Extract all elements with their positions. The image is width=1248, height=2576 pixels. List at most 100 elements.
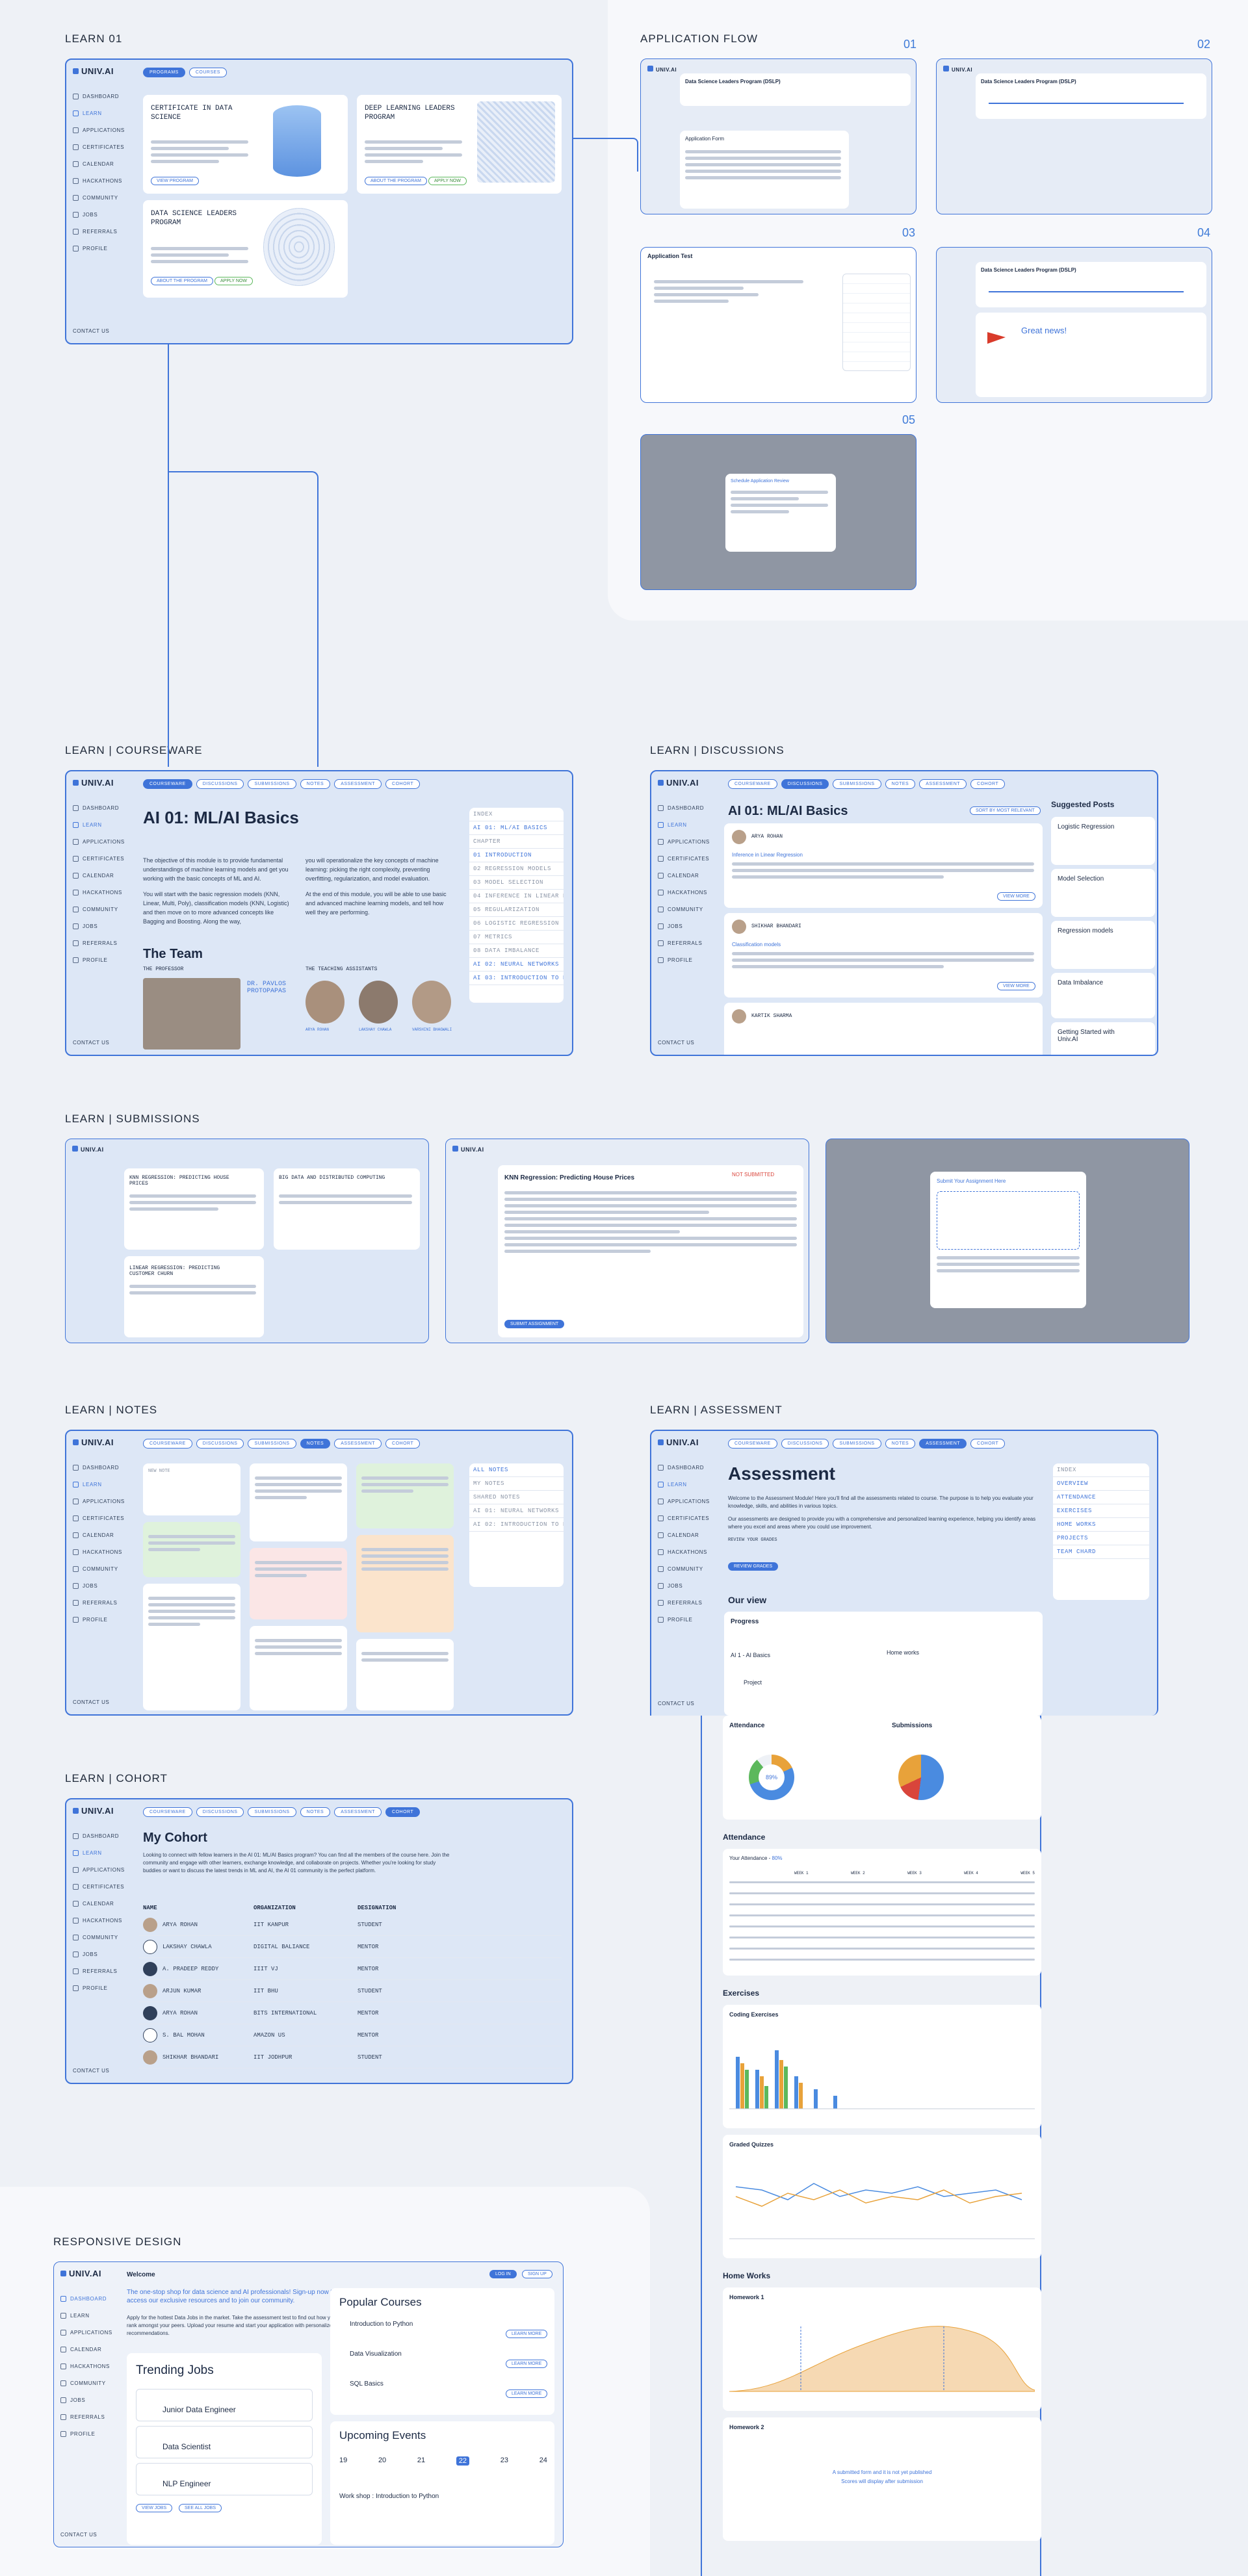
tab-submissions[interactable]: SUBMISSIONS xyxy=(248,779,296,789)
suggested-card[interactable]: Data Imbalance xyxy=(1051,973,1155,1018)
about-program-button[interactable]: ABOUT THE PROGRAM xyxy=(365,177,427,185)
tab-assessment[interactable]: ASSESSMENT xyxy=(334,1807,382,1817)
contact-us[interactable]: CONTACT US xyxy=(658,1040,694,1046)
nav-referrals[interactable]: REFERRALS xyxy=(73,1968,117,1975)
index-item[interactable]: AI 02: INTRODUCTION TO DATA SCIENCE xyxy=(469,1518,564,1532)
nav-dashboard[interactable]: DASHBOARD xyxy=(73,1833,119,1840)
nav-dashboard[interactable]: DASHBOARD xyxy=(73,1465,119,1471)
index-item[interactable]: 08 DATA IMBALANCE xyxy=(469,944,564,958)
post-card[interactable]: KARTIK SHARMA xyxy=(724,1003,1043,1055)
note-card[interactable] xyxy=(250,1548,347,1619)
nav-learn[interactable]: LEARN xyxy=(658,822,687,829)
tab-cohort[interactable]: COHORT xyxy=(385,1807,421,1817)
nav-certificates[interactable]: CERTIFICATES xyxy=(73,144,124,151)
index-item[interactable]: OVERVIEW xyxy=(1053,1477,1149,1491)
contact-us[interactable]: CONTACT US xyxy=(658,1701,694,1707)
nav-profile[interactable]: PROFILE xyxy=(73,1985,107,1992)
nav-jobs[interactable]: JOBS xyxy=(73,1583,98,1590)
course-item[interactable]: Data Visualization xyxy=(350,2351,402,2358)
sort-dropdown[interactable]: SORT BY MOST RELEVANT xyxy=(970,806,1041,815)
tab-assessment[interactable]: ASSESSMENT xyxy=(919,1439,967,1449)
tab-courseware[interactable]: COURSEWARE xyxy=(728,779,777,789)
index-item[interactable]: AI 02: NEURAL NETWORKS xyxy=(469,958,564,972)
tab-courseware[interactable]: COURSEWARE xyxy=(143,779,192,789)
index-item[interactable]: 07 METRICS xyxy=(469,931,564,944)
nav-jobs[interactable]: JOBS xyxy=(658,1583,682,1590)
nav-dashboard[interactable]: DASHBOARD xyxy=(658,805,704,812)
tab-discussions[interactable]: DISCUSSIONS xyxy=(196,1439,244,1449)
review-grades-button[interactable]: REVIEW GRADES xyxy=(728,1562,779,1571)
post-card[interactable]: SHIKHAR BHANDARI Classification models V… xyxy=(724,913,1043,998)
tab-courseware[interactable]: COURSEWARE xyxy=(143,1807,192,1817)
nav-applications[interactable]: APPLICATIONS xyxy=(73,1867,125,1874)
course-item[interactable]: Introduction to Python xyxy=(350,2321,413,2328)
submission-card[interactable]: KNN REGRESSION: PREDICTING HOUSE PRICES xyxy=(124,1168,264,1250)
nav-applications[interactable]: APPLICATIONS xyxy=(658,1499,710,1505)
tab-notes[interactable]: NOTES xyxy=(300,779,331,789)
nav-learn[interactable]: LEARN xyxy=(73,1850,102,1857)
about-program-button[interactable]: ABOUT THE PROGRAM xyxy=(151,277,213,285)
nav-referrals[interactable]: REFERRALS xyxy=(60,2414,105,2421)
nav-community[interactable]: COMMUNITY xyxy=(658,1566,703,1573)
tab-assessment[interactable]: ASSESSMENT xyxy=(334,1439,382,1449)
nav-calendar[interactable]: CALENDAR xyxy=(658,1532,699,1539)
learn-more-button[interactable]: LEARN MORE xyxy=(506,2330,548,2338)
table-row[interactable]: ARJUN KUMAR IIT BHU STUDENT xyxy=(139,1980,562,2002)
note-card[interactable] xyxy=(356,1639,454,1710)
note-card[interactable] xyxy=(250,1626,347,1710)
tab-discussions[interactable]: DISCUSSIONS xyxy=(781,779,829,789)
nav-certificates[interactable]: CERTIFICATES xyxy=(73,856,124,862)
nav-calendar[interactable]: CALENDAR xyxy=(73,1532,114,1539)
tab-notes[interactable]: NOTES xyxy=(300,1807,331,1817)
tab-submissions[interactable]: SUBMISSIONS xyxy=(833,779,881,789)
nav-profile[interactable]: PROFILE xyxy=(658,1617,692,1623)
nav-referrals[interactable]: REFERRALS xyxy=(73,229,117,235)
application-form[interactable]: Application Form xyxy=(680,131,849,209)
nav-learn[interactable]: LEARN xyxy=(73,1482,102,1488)
note-card[interactable] xyxy=(250,1463,347,1541)
new-note-card[interactable]: NEW NOTE xyxy=(143,1463,240,1515)
index-item[interactable]: AI 01: ML/AI BASICS xyxy=(469,821,564,835)
tab-submissions[interactable]: SUBMISSIONS xyxy=(248,1439,296,1449)
nav-community[interactable]: COMMUNITY xyxy=(73,907,118,913)
nav-certificates[interactable]: CERTIFICATES xyxy=(658,1515,709,1522)
nav-calendar[interactable]: CALENDAR xyxy=(60,2347,101,2353)
upload-dropzone[interactable] xyxy=(937,1191,1080,1250)
index-item[interactable]: HOME WORKS xyxy=(1053,1518,1149,1532)
index-item[interactable]: SHARED NOTES xyxy=(469,1491,564,1504)
tab-notes[interactable]: NOTES xyxy=(885,779,916,789)
nav-jobs[interactable]: JOBS xyxy=(658,923,682,930)
nav-hackathons[interactable]: HACKATHONS xyxy=(73,890,122,896)
index-item[interactable]: PROJECTS xyxy=(1053,1532,1149,1545)
nav-dashboard[interactable]: DASHBOARD xyxy=(73,94,119,100)
nav-profile[interactable]: PROFILE xyxy=(658,957,692,964)
tab-courseware[interactable]: COURSEWARE xyxy=(143,1439,192,1449)
tab-cohort[interactable]: COHORT xyxy=(385,779,421,789)
nav-jobs[interactable]: JOBS xyxy=(73,923,98,930)
nav-hackathons[interactable]: HACKATHONS xyxy=(60,2363,110,2370)
nav-hackathons[interactable]: HACKATHONS xyxy=(73,1549,122,1556)
login-button[interactable]: LOG IN xyxy=(489,2270,517,2278)
course-item[interactable]: SQL Basics xyxy=(350,2380,384,2388)
program-card[interactable]: CERTIFICATE IN DATA SCIENCE VIEW PROGRAM xyxy=(143,95,348,194)
note-card[interactable] xyxy=(356,1463,454,1528)
index-item[interactable]: TEAM CHARD xyxy=(1053,1545,1149,1559)
job-item[interactable]: Junior Data Engineer xyxy=(136,2389,313,2421)
nav-community[interactable]: COMMUNITY xyxy=(73,195,118,201)
nav-applications[interactable]: APPLICATIONS xyxy=(73,1499,125,1505)
index-item[interactable]: EXERCISES xyxy=(1053,1504,1149,1518)
apply-now-button[interactable]: APPLY NOW xyxy=(428,177,467,185)
nav-calendar[interactable]: CALENDAR xyxy=(73,1901,114,1907)
tab-submissions[interactable]: SUBMISSIONS xyxy=(833,1439,881,1449)
nav-certificates[interactable]: CERTIFICATES xyxy=(73,1515,124,1522)
nav-certificates[interactable]: CERTIFICATES xyxy=(73,1884,124,1890)
index-item[interactable]: ALL NOTES xyxy=(469,1463,564,1477)
signup-button[interactable]: SIGN UP xyxy=(522,2270,552,2278)
program-card[interactable]: DATA SCIENCE LEADERS PROGRAM ABOUT THE P… xyxy=(143,200,348,298)
contact-us[interactable]: CONTACT US xyxy=(73,328,109,334)
tab-notes[interactable]: NOTES xyxy=(300,1439,331,1449)
nav-applications[interactable]: APPLICATIONS xyxy=(73,839,125,845)
index-item[interactable]: MY NOTES xyxy=(469,1477,564,1491)
nav-referrals[interactable]: REFERRALS xyxy=(73,940,117,947)
nav-profile[interactable]: PROFILE xyxy=(73,246,107,252)
